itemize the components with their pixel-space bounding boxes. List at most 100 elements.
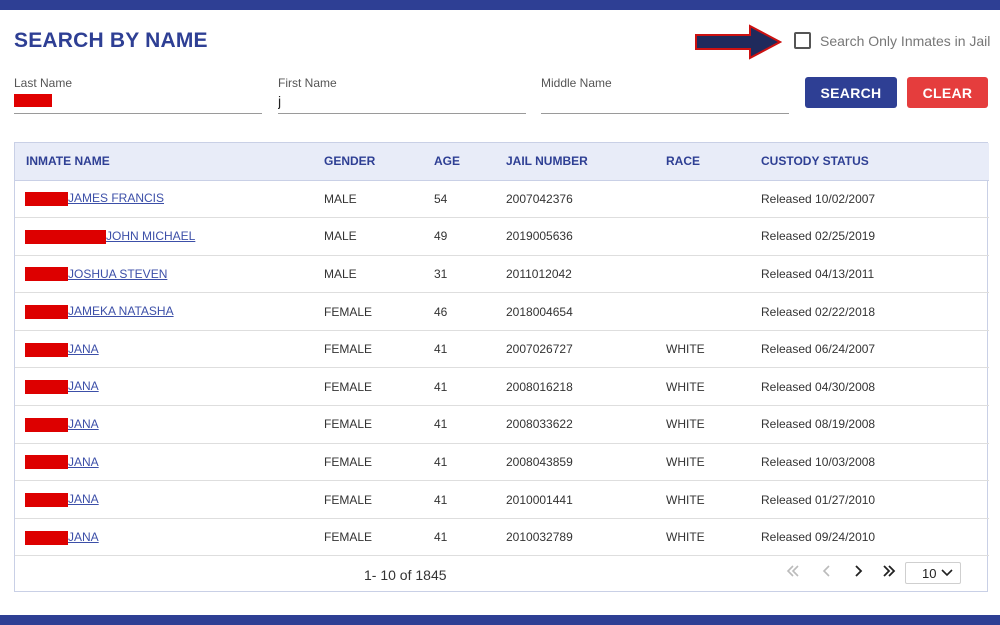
table-row: JANA FEMALE 41 2008043859 WHITE Released… bbox=[15, 443, 989, 482]
pagination-bar: 1- 10 of 1845 10 bbox=[15, 556, 987, 592]
inmate-name-text: JOSHUA STEVEN bbox=[68, 266, 168, 281]
results-table: INMATE NAME GENDER AGE JAIL NUMBER RACE … bbox=[15, 143, 989, 557]
race-cell bbox=[666, 255, 761, 294]
jail-only-label: Search Only Inmates in Jail bbox=[820, 32, 991, 49]
surname-redaction bbox=[25, 192, 68, 207]
middle-name-field[interactable]: Middle Name bbox=[541, 76, 789, 114]
jail-number-cell: 2007026727 bbox=[506, 330, 666, 369]
age-cell: 41 bbox=[434, 518, 506, 557]
custody-status-cell: Released 02/22/2018 bbox=[761, 292, 989, 331]
jail-number-cell: 2010001441 bbox=[506, 480, 666, 519]
column-header-age[interactable]: AGE bbox=[434, 143, 506, 181]
race-cell: WHITE bbox=[666, 405, 761, 444]
age-cell: 31 bbox=[434, 255, 506, 294]
inmate-name-text: JANA bbox=[68, 454, 99, 469]
custody-status-cell: Released 10/03/2008 bbox=[761, 443, 989, 482]
surname-redaction bbox=[25, 380, 68, 395]
inmate-name-link[interactable]: JAMEKA NATASHA bbox=[25, 304, 174, 319]
custody-status-cell: Released 08/19/2008 bbox=[761, 405, 989, 444]
inmate-name-link[interactable]: JANA bbox=[25, 379, 99, 395]
inmate-name-text: JAMEKA NATASHA bbox=[68, 304, 174, 319]
chevron-left-icon[interactable] bbox=[821, 564, 833, 582]
surname-redaction bbox=[25, 530, 68, 545]
inmate-name-link[interactable]: JOSHUA STEVEN bbox=[25, 266, 168, 282]
double-chevron-right-icon[interactable] bbox=[881, 564, 897, 582]
column-header-jail-number[interactable]: JAIL NUMBER bbox=[506, 143, 666, 181]
gender-cell: FEMALE bbox=[324, 480, 434, 519]
inmate-name-link[interactable]: JANA bbox=[25, 530, 99, 545]
custody-status-cell: Released 02/25/2019 bbox=[761, 217, 989, 256]
column-header-race[interactable]: RACE bbox=[666, 143, 761, 181]
middle-name-label: Middle Name bbox=[541, 76, 612, 90]
age-cell: 49 bbox=[434, 217, 506, 256]
race-cell: WHITE bbox=[666, 330, 761, 369]
inmate-name-link[interactable]: JANA bbox=[25, 417, 99, 432]
gender-cell: FEMALE bbox=[324, 292, 434, 331]
first-name-field[interactable]: First Name bbox=[278, 76, 526, 114]
table-row: JANA FEMALE 41 2010032789 WHITE Released… bbox=[15, 518, 989, 557]
page-size-select[interactable]: 10 bbox=[905, 562, 961, 584]
top-border-bar bbox=[0, 0, 1000, 10]
race-cell: WHITE bbox=[666, 367, 761, 407]
inmate-name-text: JANA bbox=[68, 341, 99, 356]
custody-status-cell: Released 09/24/2010 bbox=[761, 518, 989, 557]
age-cell: 41 bbox=[434, 480, 506, 519]
gender-cell: MALE bbox=[324, 217, 434, 256]
race-cell: WHITE bbox=[666, 480, 761, 519]
jail-only-checkbox[interactable] bbox=[794, 32, 811, 49]
age-cell: 46 bbox=[434, 292, 506, 331]
table-header-row: INMATE NAME GENDER AGE JAIL NUMBER RACE … bbox=[15, 143, 989, 181]
first-name-input[interactable] bbox=[278, 92, 526, 110]
bottom-border-bar bbox=[0, 615, 1000, 625]
jail-number-cell: 2008043859 bbox=[506, 443, 666, 482]
inmate-name-link[interactable]: JANA bbox=[25, 341, 99, 357]
race-cell bbox=[666, 180, 761, 219]
inmate-name-text: JANA bbox=[68, 379, 99, 394]
middle-name-input[interactable] bbox=[541, 92, 789, 110]
jail-number-cell: 2007042376 bbox=[506, 180, 666, 219]
gender-cell: MALE bbox=[324, 180, 434, 219]
gender-cell: FEMALE bbox=[324, 518, 434, 557]
column-header-inmate-name[interactable]: INMATE NAME bbox=[15, 143, 324, 181]
age-cell: 41 bbox=[434, 367, 506, 407]
inmate-name-link[interactable]: JOHN MICHAEL bbox=[25, 229, 195, 244]
custody-status-cell: Released 01/27/2010 bbox=[761, 480, 989, 519]
jail-number-cell: 2018004654 bbox=[506, 292, 666, 331]
last-name-field[interactable]: Last Name bbox=[14, 76, 262, 114]
search-button[interactable]: SEARCH bbox=[805, 77, 897, 108]
first-name-label: First Name bbox=[278, 76, 337, 90]
race-cell bbox=[666, 292, 761, 331]
surname-redaction bbox=[25, 229, 106, 244]
double-chevron-left-icon[interactable] bbox=[786, 564, 800, 582]
custody-status-cell: Released 06/24/2007 bbox=[761, 330, 989, 369]
jail-number-cell: 2008033622 bbox=[506, 405, 666, 444]
last-name-label: Last Name bbox=[14, 76, 73, 90]
table-row: JOHN MICHAEL MALE 49 2019005636 Released… bbox=[15, 217, 989, 256]
inmate-name-text: JAMES FRANCIS bbox=[68, 191, 165, 206]
table-row: JANA FEMALE 41 2008033622 WHITE Released… bbox=[15, 405, 989, 444]
chevron-down-icon bbox=[941, 569, 953, 577]
surname-redaction bbox=[25, 267, 68, 282]
jail-number-cell: 2019005636 bbox=[506, 217, 666, 256]
inmate-name-link[interactable]: JANA bbox=[25, 492, 99, 507]
age-cell: 54 bbox=[434, 180, 506, 219]
column-header-gender[interactable]: GENDER bbox=[324, 143, 434, 181]
race-cell: WHITE bbox=[666, 443, 761, 482]
right-arrow-annotation-icon bbox=[695, 24, 782, 60]
column-header-custody-status[interactable]: CUSTODY STATUS bbox=[761, 143, 989, 181]
surname-redaction bbox=[25, 492, 68, 507]
table-row: JAMEKA NATASHA FEMALE 46 2018004654 Rele… bbox=[15, 292, 989, 331]
chevron-right-icon[interactable] bbox=[852, 564, 864, 582]
custody-status-cell: Released 04/30/2008 bbox=[761, 367, 989, 407]
surname-redaction bbox=[25, 455, 68, 470]
table-row: JAMES FRANCIS MALE 54 2007042376 Release… bbox=[15, 180, 989, 219]
inmate-name-link[interactable]: JAMES FRANCIS bbox=[25, 191, 165, 207]
age-cell: 41 bbox=[434, 405, 506, 444]
clear-button[interactable]: CLEAR bbox=[907, 77, 988, 108]
gender-cell: FEMALE bbox=[324, 443, 434, 482]
last-name-redaction bbox=[14, 93, 52, 107]
gender-cell: MALE bbox=[324, 255, 434, 294]
inmate-name-link[interactable]: JANA bbox=[25, 454, 99, 470]
jail-number-cell: 2008016218 bbox=[506, 367, 666, 407]
jail-only-checkbox-group[interactable]: Search Only Inmates in Jail bbox=[794, 32, 990, 49]
